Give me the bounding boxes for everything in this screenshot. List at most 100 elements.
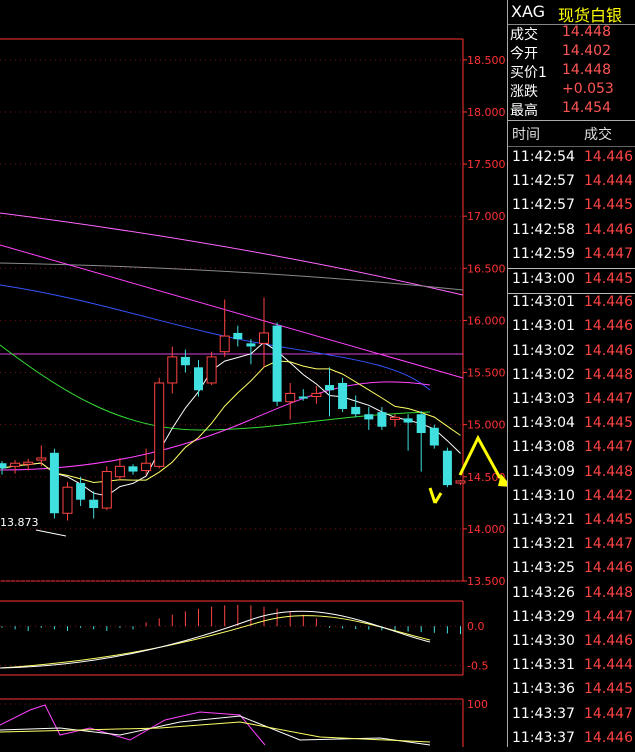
trade-time: 11:43:02 — [512, 366, 575, 383]
time-column-header: 时间 — [512, 127, 540, 143]
y-tick-label: 13.500 — [467, 575, 506, 588]
trade-price: 14.447 — [584, 391, 633, 407]
trade-price: 14.445 — [584, 681, 633, 698]
quote-label: 涨跌 — [510, 84, 538, 100]
trade-row[interactable]: 11:43:36 14.445 — [508, 679, 635, 703]
candle-body — [246, 343, 256, 347]
quote-value: 14.448 — [562, 62, 611, 78]
candle-body — [325, 385, 334, 391]
candle-body — [114, 465, 125, 478]
trade-row[interactable]: 11:43:30 14.446 — [508, 631, 635, 655]
trade-price: 14.446 — [584, 729, 633, 746]
trade-row[interactable]: 11:43:37 14.447 — [508, 704, 635, 728]
trade-price: 14.446 — [584, 294, 633, 311]
quote-label: 买价1 — [510, 65, 547, 81]
trade-row[interactable]: 11:43:10 14.442 — [508, 486, 635, 510]
quote-header: XAG 现货白银 — [508, 0, 635, 25]
trade-time: 11:43:01 — [512, 318, 575, 335]
quote-row: 最高 14.454 — [508, 100, 635, 119]
quote-value: +0.053 — [562, 81, 614, 97]
trade-price: 14.448 — [584, 463, 633, 480]
trade-time: 11:42:59 — [512, 245, 575, 262]
candle-body — [36, 457, 47, 461]
candle-body — [390, 416, 400, 420]
trade-price: 14.446 — [584, 221, 633, 238]
y-tick-label: 17.500 — [467, 158, 506, 171]
candle-body — [167, 356, 178, 384]
trade-price: 14.446 — [584, 318, 633, 335]
trade-price: 14.447 — [584, 705, 633, 722]
candle-body — [351, 406, 361, 415]
trade-price: 14.446 — [584, 560, 633, 577]
trade-row[interactable]: 11:42:54 14.446 — [508, 147, 635, 171]
trade-price: 14.448 — [584, 366, 633, 383]
trade-row[interactable]: 11:43:02 14.448 — [508, 365, 635, 389]
candle-body — [219, 335, 230, 353]
trade-row[interactable]: 11:42:58 14.446 — [508, 220, 635, 244]
macd-tick-label: 0.0 — [467, 620, 485, 633]
trade-price: 14.446 — [584, 342, 633, 359]
trade-row[interactable]: 11:43:31 14.444 — [508, 655, 635, 679]
trade-row[interactable]: 11:43:26 14.448 — [508, 583, 635, 607]
quote-value: 14.448 — [562, 24, 611, 40]
candle-body — [377, 412, 387, 427]
candle-body — [259, 332, 269, 344]
quote-row: 今开 14.402 — [508, 43, 635, 62]
trade-row[interactable]: 11:42:57 14.444 — [508, 171, 635, 195]
quote-panel: XAG 现货白银 成交 14.448 今开 14.402 买价1 14.448 涨跌 +0.0… — [508, 0, 635, 747]
trade-price: 14.447 — [584, 536, 633, 553]
candle-body — [285, 392, 296, 403]
kdj-j-line — [0, 704, 266, 746]
trade-time: 11:43:25 — [512, 560, 575, 577]
trade-time: 11:43:08 — [512, 439, 575, 456]
trade-price: 14.444 — [584, 173, 633, 190]
kline-chart[interactable]: 18.500 18.000 17.500 17.000 16.500 16.000 15.5… — [0, 0, 508, 747]
trade-time: 11:43:21 — [512, 536, 575, 553]
trade-row[interactable]: 11:43:01 14.446 — [508, 316, 635, 340]
trend-line — [0, 244, 464, 379]
trade-row[interactable]: 11:43:01 14.446 — [508, 292, 635, 316]
trade-row[interactable]: 11:43:29 14.447 — [508, 607, 635, 631]
trade-time: 11:43:29 — [512, 608, 575, 625]
trade-row[interactable]: 11:43:21 14.445 — [508, 510, 635, 534]
y-tick-label: 16.000 — [467, 314, 506, 327]
trade-row[interactable]: 11:42:57 14.445 — [508, 195, 635, 219]
quote-row: 涨跌 +0.053 — [508, 81, 635, 100]
quote-row: 成交 14.448 — [508, 24, 635, 43]
candle-body — [128, 466, 138, 472]
trade-row[interactable]: 11:43:04 14.445 — [508, 413, 635, 437]
trade-row[interactable]: 11:43:00 14.445 — [508, 268, 635, 294]
trade-price: 14.446 — [584, 633, 633, 649]
trade-time: 11:43:10 — [512, 487, 575, 504]
quote-label: 成交 — [510, 27, 538, 43]
macd-dif-line — [0, 610, 431, 669]
candle-body — [0, 463, 7, 469]
y-tick-label: 15.000 — [467, 419, 506, 432]
y-tick-label: 14.000 — [467, 523, 506, 536]
trade-price: 14.447 — [584, 608, 633, 625]
trade-row[interactable]: 11:43:02 14.446 — [508, 341, 635, 365]
candle-body — [154, 382, 165, 467]
trade-price: 14.445 — [584, 271, 633, 287]
trade-row[interactable]: 11:43:08 14.447 — [508, 437, 635, 461]
candle-body — [101, 471, 112, 509]
trade-row[interactable]: 11:43:21 14.447 — [508, 534, 635, 558]
trade-price: 14.447 — [584, 245, 633, 262]
candle-body — [23, 461, 34, 465]
candle-body — [141, 462, 152, 472]
trade-time: 11:43:09 — [512, 463, 575, 480]
symbol-name: 现货白银 — [558, 6, 623, 25]
trade-row[interactable]: 11:43:37 14.446 — [508, 728, 635, 752]
trade-price: 14.442 — [584, 487, 633, 504]
trade-price: 14.444 — [584, 657, 633, 674]
trade-row[interactable]: 11:42:59 14.447 — [508, 244, 635, 268]
trade-row[interactable]: 11:43:03 14.447 — [508, 389, 635, 413]
trade-time: 11:43:37 — [512, 729, 575, 746]
y-tick-label: 17.000 — [467, 210, 506, 223]
trade-price: 14.445 — [584, 512, 633, 528]
candle-body — [364, 414, 374, 420]
trade-row[interactable]: 11:43:25 14.446 — [508, 558, 635, 582]
ma10-line — [1, 360, 461, 484]
kdj-tick-label: 100 — [467, 698, 488, 711]
trade-row[interactable]: 11:43:09 14.448 — [508, 462, 635, 486]
